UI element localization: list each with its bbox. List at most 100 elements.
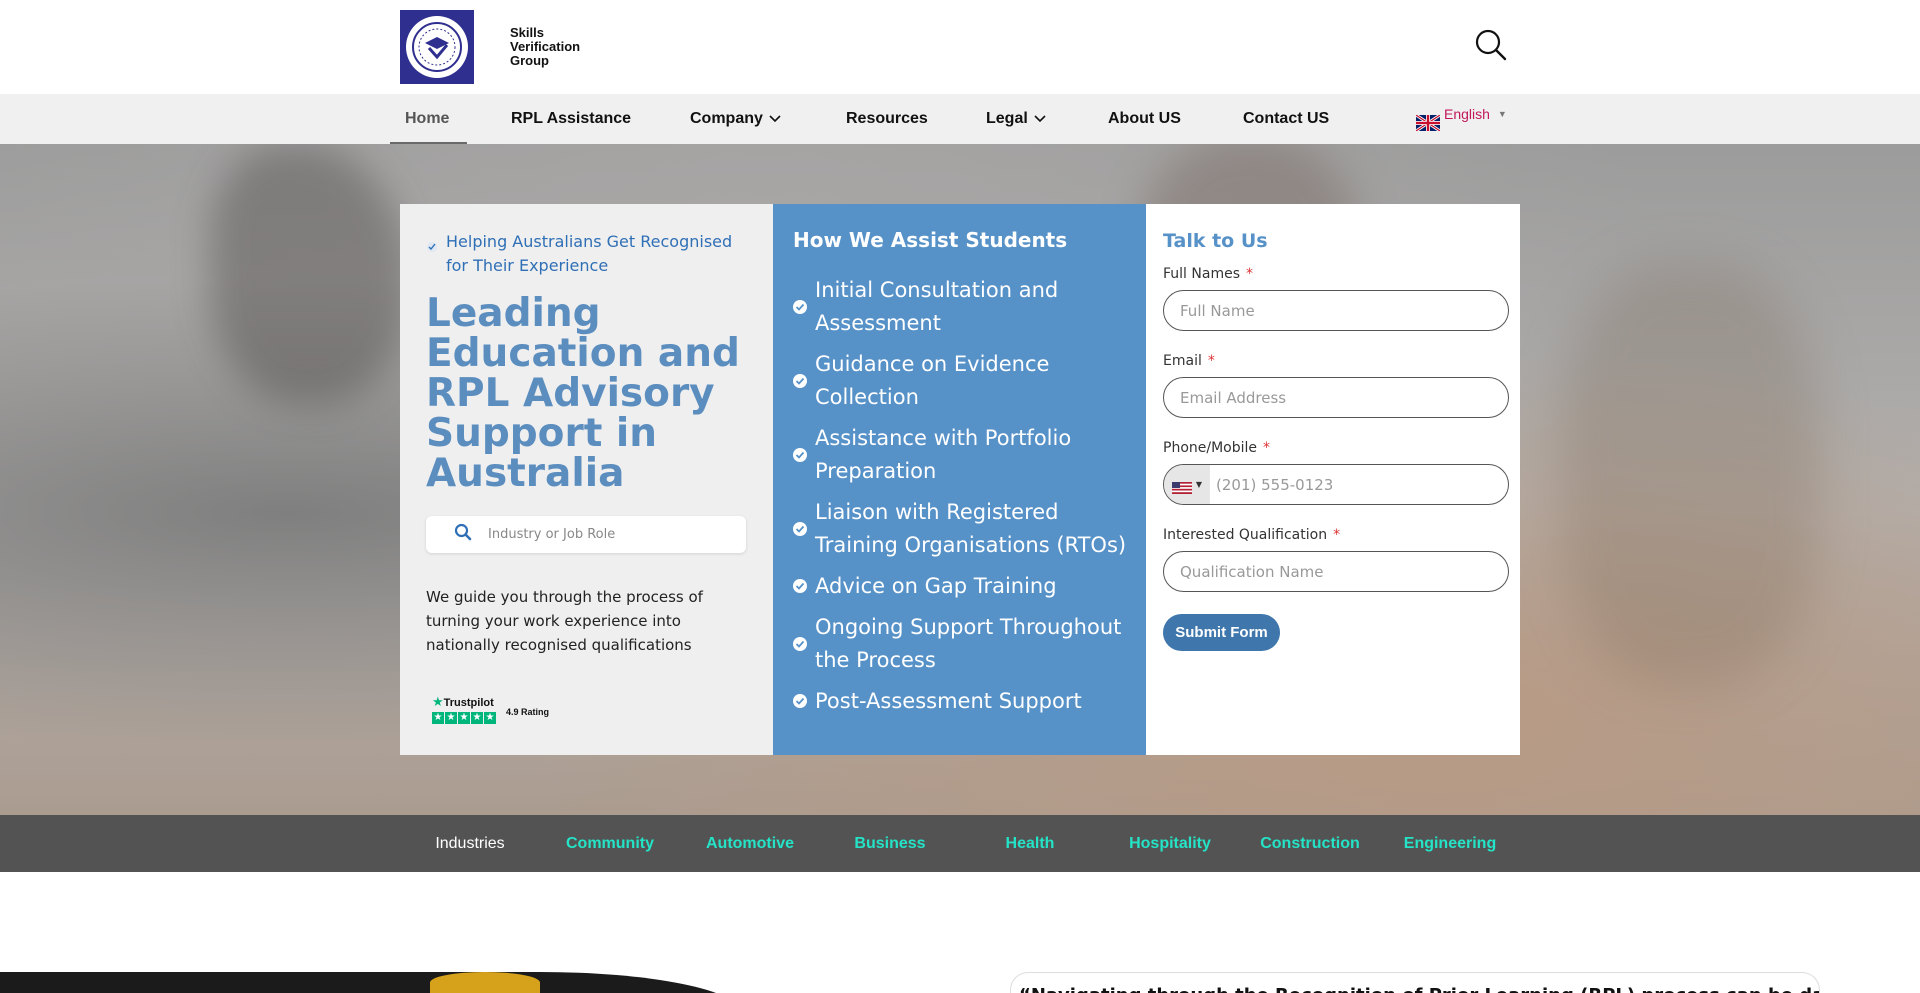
field-label-text: Interested Qualification (1163, 527, 1328, 543)
assist-item-text: Guidance on Evidence Collection (815, 352, 1050, 409)
logo-wordmark[interactable]: Skills Verification Group (510, 26, 580, 68)
check-circle-icon (793, 513, 807, 546)
industry-link-business[interactable]: Business (820, 815, 960, 872)
check-circle-icon (793, 439, 807, 472)
hero-background-image (210, 144, 410, 404)
logo-emblem-icon (406, 16, 468, 78)
check-circle-icon (793, 365, 807, 398)
site-header: Skills Verification Group (0, 0, 1920, 94)
chevron-down-icon (1034, 94, 1046, 144)
industry-link-automotive[interactable]: Automotive (680, 815, 820, 872)
testimonial-image (0, 972, 740, 993)
testimonial-quote-text: “Navigating through the Recognition of P… (1019, 985, 1819, 993)
hero-title: Leading Education and RPL Advisory Suppo… (426, 291, 740, 496)
qualification-label: Interested Qualification * (1163, 527, 1509, 543)
logo-line-3: Group (510, 53, 549, 68)
qualification-field[interactable] (1163, 551, 1509, 592)
language-selector[interactable]: English ▼ (1415, 94, 1507, 134)
testimonial-image-detail (430, 972, 540, 993)
assist-title: How We Assist Students (793, 228, 1068, 252)
field-label-text: Full Names (1163, 266, 1240, 282)
nav-item-home[interactable]: Home (405, 94, 449, 144)
hero-intro-panel: Helping Australians Get Recognised for T… (400, 204, 773, 755)
nav-item-contact-us[interactable]: Contact US (1243, 94, 1329, 144)
contact-form-panel: Talk to Us Full Names * Email * Phone/Mobi… (1146, 204, 1520, 755)
uk-flag-icon (1415, 106, 1441, 133)
full-name-label: Full Names * (1163, 266, 1509, 282)
industry-link-hospitality[interactable]: Hospitality (1100, 815, 1240, 872)
badge-check-icon (426, 236, 438, 278)
nav-item-company[interactable]: Company (690, 94, 781, 144)
hero-background-shade (1560, 264, 1820, 684)
caret-down-icon: ▼ (1195, 480, 1203, 489)
star-icon: ★ (484, 712, 496, 724)
trustpilot-label: Trustpilot (443, 697, 494, 709)
industry-link-construction[interactable]: Construction (1240, 815, 1380, 872)
assist-item-text: Assistance with Portfolio Preparation (815, 426, 1072, 483)
phone-field-group: ▼ (1163, 464, 1509, 505)
required-mark: * (1246, 266, 1253, 282)
logo-line-1: Skills (510, 25, 544, 40)
nav-item-label: Company (690, 110, 763, 128)
search-icon[interactable] (1474, 28, 1508, 62)
us-flag-icon (1171, 479, 1192, 494)
star-icon: ★ (458, 712, 470, 724)
nav-item-about-us[interactable]: About US (1108, 94, 1181, 144)
hero-tagline-text: Helping Australians Get Recognised for T… (446, 232, 733, 275)
industry-link-community[interactable]: Community (540, 815, 680, 872)
star-icon: ★ (432, 712, 444, 724)
search-icon (454, 523, 472, 546)
industry-link-health[interactable]: Health (960, 815, 1100, 872)
trustpilot-stars: ★ ★ ★ ★ ★ (432, 712, 496, 724)
hero-tagline: Helping Australians Get Recognised for T… (426, 230, 747, 278)
chevron-down-icon (769, 94, 781, 144)
star-icon: ★ (432, 694, 444, 709)
list-item: Initial Consultation and Assessment (793, 274, 1138, 340)
assist-item-text: Initial Consultation and Assessment (815, 278, 1059, 335)
industry-search-bar[interactable] (426, 516, 746, 553)
trustpilot-badge[interactable]: ★Trustpilot ★ ★ ★ ★ ★ 4.9 Rating (432, 694, 549, 724)
field-label-text: Phone/Mobile (1163, 440, 1258, 456)
nav-item-label: Resources (846, 110, 928, 127)
nav-item-rpl-assistance[interactable]: RPL Assistance (511, 94, 631, 144)
site-logo[interactable] (400, 10, 474, 84)
industry-link-engineering[interactable]: Engineering (1380, 815, 1520, 872)
list-item: Liaison with Registered Training Organis… (793, 496, 1138, 562)
main-nav: Home RPL Assistance Company Resources Le… (0, 94, 1920, 144)
rating-text: 4.9 Rating (506, 707, 550, 717)
nav-item-label: Home (405, 110, 450, 127)
email-field[interactable] (1163, 377, 1509, 418)
country-code-dropdown[interactable]: ▼ (1164, 465, 1210, 504)
full-name-field[interactable] (1163, 290, 1509, 331)
star-icon: ★ (445, 712, 457, 724)
assist-list: Initial Consultation and Assessment Guid… (793, 274, 1146, 718)
email-label: Email * (1163, 353, 1509, 369)
nav-item-legal[interactable]: Legal (986, 94, 1046, 144)
assist-item-text: Post-Assessment Support (815, 689, 1082, 713)
logo-line-2: Verification (510, 39, 581, 54)
trustpilot-logo: ★Trustpilot ★ ★ ★ ★ ★ (432, 694, 496, 724)
check-circle-icon (793, 291, 807, 324)
assist-panel: How We Assist Students Initial Consultat… (773, 204, 1146, 755)
industries-label: Industries (435, 835, 505, 852)
check-circle-icon (793, 685, 807, 718)
list-item: Guidance on Evidence Collection (793, 348, 1138, 414)
industry-search-input[interactable] (488, 527, 718, 542)
phone-label: Phone/Mobile * (1163, 440, 1509, 456)
assist-item-text: Ongoing Support Throughout the Process (815, 615, 1122, 672)
industries-bar: Industries Community Automotive Business… (0, 815, 1920, 872)
field-label-text: Email (1163, 353, 1202, 369)
check-circle-icon (793, 628, 807, 661)
list-item: Assistance with Portfolio Preparation (793, 422, 1138, 488)
nav-item-label: About US (1108, 110, 1181, 127)
submit-form-button[interactable]: Submit Form (1163, 614, 1280, 651)
required-mark: * (1333, 527, 1341, 543)
list-item: Post-Assessment Support (793, 685, 1138, 718)
testimonial-quote: “Navigating through the Recognition of P… (1010, 972, 1820, 993)
phone-input[interactable] (1210, 475, 1490, 494)
assist-item-text: Liaison with Registered Training Organis… (815, 500, 1127, 557)
check-circle-icon (793, 570, 807, 603)
nav-item-label: RPL Assistance (511, 110, 632, 127)
nav-item-resources[interactable]: Resources (846, 94, 928, 144)
star-icon: ★ (471, 712, 483, 724)
